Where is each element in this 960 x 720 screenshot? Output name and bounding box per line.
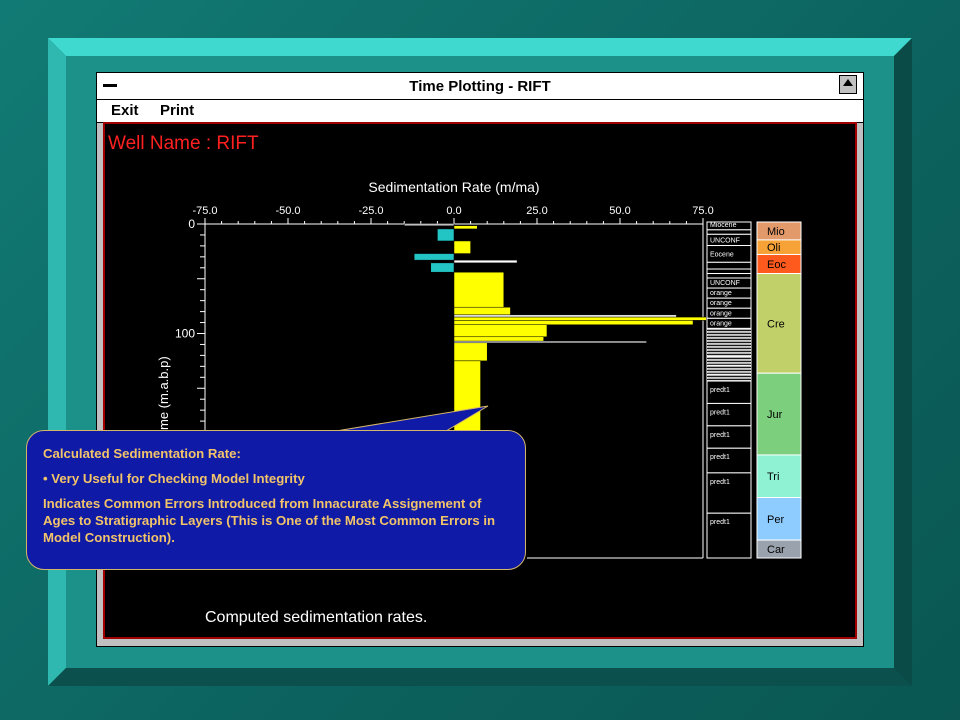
age-label: Car bbox=[767, 544, 785, 556]
formation-cell bbox=[706, 373, 752, 382]
formation-label: UNCONF bbox=[710, 280, 740, 287]
age-label: Mio bbox=[767, 226, 785, 238]
age-label: Cre bbox=[767, 318, 785, 330]
formation-cell bbox=[706, 268, 752, 275]
formation-label: Eocene bbox=[710, 252, 734, 259]
y-tick-label: 100 bbox=[175, 327, 195, 341]
sed-rate-bar bbox=[413, 253, 455, 261]
x-tick-label: 25.0 bbox=[526, 205, 547, 217]
callout-body: Indicates Common Errors Introduced from … bbox=[43, 496, 496, 545]
formation-cell bbox=[706, 261, 752, 270]
sed-rate-bar bbox=[453, 271, 505, 308]
sed-rate-bar bbox=[453, 342, 488, 362]
sed-rate-bar bbox=[453, 360, 481, 433]
caption: Computed sedimentation rates. bbox=[205, 609, 427, 626]
age-label: Per bbox=[767, 514, 784, 526]
callout-bullet: • Very Useful for Checking Model Integri… bbox=[43, 471, 305, 486]
formation-cell bbox=[706, 273, 752, 279]
age-label: Tri bbox=[767, 471, 779, 483]
x-tick-label: 0.0 bbox=[446, 205, 461, 217]
x-tick-label: -75.0 bbox=[192, 205, 217, 217]
sed-rate-bar bbox=[453, 240, 471, 254]
formation-label: predt1 bbox=[710, 387, 730, 394]
formation-label: orange bbox=[710, 310, 732, 317]
formation-label: orange bbox=[710, 290, 732, 297]
formation-label: orange bbox=[710, 320, 732, 327]
y-axis-label: me (m.a.b.p) bbox=[156, 356, 171, 430]
x-tick-label: -25.0 bbox=[358, 205, 383, 217]
x-tick-label: -50.0 bbox=[275, 205, 300, 217]
x-tick-label: 50.0 bbox=[609, 205, 630, 217]
x-tick-label: 75.0 bbox=[692, 205, 713, 217]
formation-label: orange bbox=[710, 300, 732, 307]
formation-label: predt1 bbox=[710, 432, 730, 439]
sed-rate-bar bbox=[403, 223, 455, 226]
sed-rate-bar bbox=[437, 228, 455, 242]
callout-box: Calculated Sedimentation Rate: • Very Us… bbox=[26, 430, 526, 570]
formation-label: UNCONF bbox=[710, 238, 740, 245]
formation-label: predt1 bbox=[710, 479, 730, 486]
y-tick-label: 0 bbox=[188, 217, 195, 231]
callout-heading: Calculated Sedimentation Rate: bbox=[43, 446, 241, 461]
sed-rate-bar bbox=[453, 324, 548, 338]
sed-rate-bar bbox=[453, 320, 694, 325]
age-label: Eoc bbox=[767, 259, 786, 271]
formation-label: predt1 bbox=[710, 454, 730, 461]
age-label: Oli bbox=[767, 242, 780, 254]
sed-rate-bar bbox=[453, 316, 707, 321]
formation-label: predt1 bbox=[710, 409, 730, 416]
formation-label: Miocene bbox=[710, 222, 737, 229]
sed-rate-bar bbox=[453, 225, 478, 230]
age-label: Jur bbox=[767, 409, 783, 421]
sed-rate-bar bbox=[453, 336, 544, 342]
sed-rate-bar bbox=[430, 262, 455, 273]
chart-title: Sedimentation Rate (m/ma) bbox=[368, 179, 539, 195]
formation-cell bbox=[706, 229, 752, 235]
formation-label: predt1 bbox=[710, 519, 730, 526]
sed-rate-bar bbox=[453, 314, 677, 318]
well-name-label: Well Name : RIFT bbox=[108, 133, 259, 154]
sed-rate-bar bbox=[453, 259, 518, 264]
sed-rate-bar bbox=[453, 306, 511, 316]
sedimentation-plot: Well Name : RIFT Sedimentation Rate (m/m… bbox=[108, 133, 802, 626]
